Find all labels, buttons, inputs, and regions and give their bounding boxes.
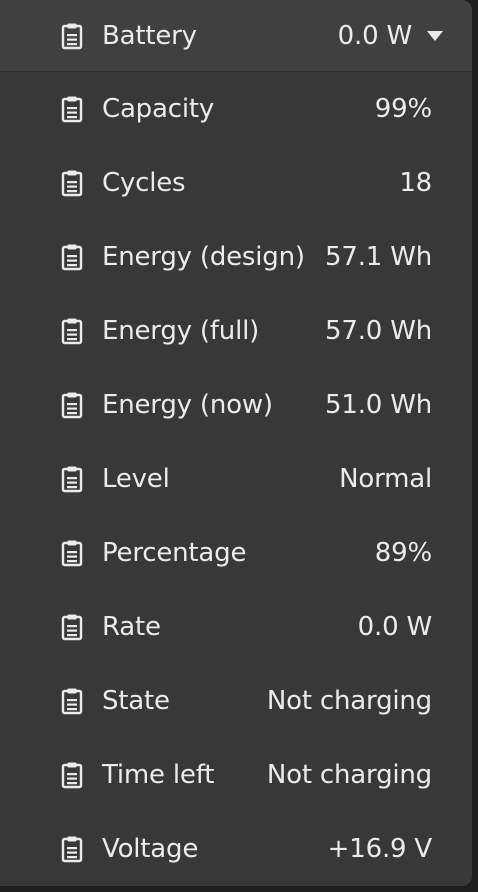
row-label: Cycles bbox=[102, 168, 186, 198]
row-value: 0.0 W bbox=[357, 612, 433, 642]
row-label: Rate bbox=[102, 612, 161, 642]
clipboard-icon bbox=[60, 834, 84, 864]
header-value: 0.0 W bbox=[337, 20, 413, 51]
list-item: Energy (full) 57.0 Wh bbox=[0, 294, 472, 368]
row-value: +16.9 V bbox=[327, 834, 433, 864]
row-value: 89% bbox=[374, 538, 432, 568]
clipboard-icon bbox=[60, 168, 84, 198]
row-value: 18 bbox=[399, 168, 432, 198]
list-item: Rate 0.0 W bbox=[0, 590, 472, 664]
triangle-down-icon[interactable] bbox=[424, 25, 446, 47]
row-label: State bbox=[102, 686, 170, 716]
row-value: 57.1 Wh bbox=[325, 242, 432, 272]
clipboard-icon bbox=[60, 242, 84, 272]
clipboard-icon bbox=[60, 686, 84, 716]
row-label: Percentage bbox=[102, 538, 247, 568]
row-value: 51.0 Wh bbox=[325, 390, 432, 420]
clipboard-icon bbox=[60, 612, 84, 642]
row-label: Voltage bbox=[102, 834, 199, 864]
sensor-list: Capacity 99% Cycles 18 Energy (design) 5… bbox=[0, 72, 472, 886]
list-item: Capacity 99% bbox=[0, 72, 472, 146]
clipboard-icon bbox=[60, 94, 84, 124]
battery-header[interactable]: Battery 0.0 W bbox=[0, 0, 472, 72]
list-item: State Not charging bbox=[0, 664, 472, 738]
header-label: Battery bbox=[102, 20, 197, 51]
list-item: Energy (design) 57.1 Wh bbox=[0, 220, 472, 294]
list-item: Percentage 89% bbox=[0, 516, 472, 590]
row-label: Energy (design) bbox=[102, 242, 305, 272]
row-label: Energy (full) bbox=[102, 316, 260, 346]
clipboard-icon bbox=[60, 760, 84, 790]
row-label: Level bbox=[102, 464, 170, 494]
clipboard-icon bbox=[60, 21, 84, 51]
clipboard-icon bbox=[60, 316, 84, 346]
sensor-panel: Battery 0.0 W Capacity 99% Cycles 18 Ene… bbox=[0, 0, 472, 886]
row-value: Not charging bbox=[266, 760, 432, 790]
row-label: Time left bbox=[102, 760, 215, 790]
list-item: Energy (now) 51.0 Wh bbox=[0, 368, 472, 442]
row-value: Normal bbox=[339, 464, 432, 494]
row-value: Not charging bbox=[266, 686, 432, 716]
list-item: Cycles 18 bbox=[0, 146, 472, 220]
clipboard-icon bbox=[60, 464, 84, 494]
list-item: Voltage +16.9 V bbox=[0, 812, 472, 886]
list-item: Time left Not charging bbox=[0, 738, 472, 812]
clipboard-icon bbox=[60, 390, 84, 420]
row-label: Capacity bbox=[102, 94, 215, 124]
list-item: Level Normal bbox=[0, 442, 472, 516]
row-value: 57.0 Wh bbox=[325, 316, 432, 346]
row-value: 99% bbox=[374, 94, 432, 124]
clipboard-icon bbox=[60, 538, 84, 568]
row-label: Energy (now) bbox=[102, 390, 273, 420]
